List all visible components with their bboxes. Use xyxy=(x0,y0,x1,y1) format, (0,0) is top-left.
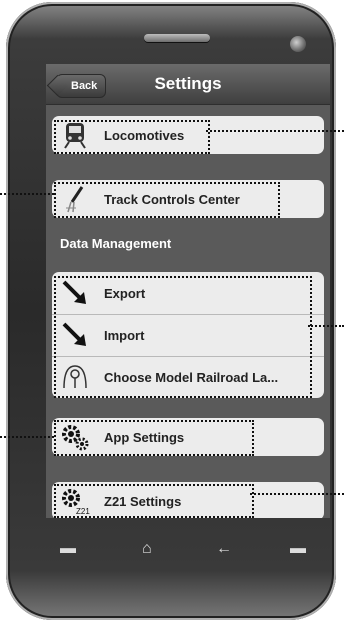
hardware-buttons: ▬ ⌂ ← ▬ xyxy=(46,530,330,570)
highlight-z21-settings xyxy=(54,484,254,518)
callout-line xyxy=(308,325,344,327)
end-call-icon[interactable]: ▬ xyxy=(290,540,306,558)
highlight-track-controls xyxy=(54,182,280,218)
callout-line xyxy=(206,130,344,132)
front-camera xyxy=(290,36,306,52)
callout-line xyxy=(250,493,344,495)
highlight-app-settings xyxy=(54,420,254,456)
back-arrow-icon[interactable]: ← xyxy=(216,540,232,558)
highlight-locomotives xyxy=(54,120,210,154)
page-title: Settings xyxy=(154,74,222,93)
navigation-bar: Back Settings xyxy=(46,64,330,105)
highlight-data-management xyxy=(54,276,312,398)
callout-line xyxy=(0,436,54,438)
speaker-grille xyxy=(144,34,210,42)
home-icon[interactable]: ⌂ xyxy=(142,540,152,558)
menu-button[interactable]: ▬ xyxy=(60,540,76,558)
section-header-data-management: Data Management xyxy=(60,236,172,251)
app-screen: Back Settings Locomotives Track Controls… xyxy=(46,64,330,518)
callout-line xyxy=(0,193,54,195)
